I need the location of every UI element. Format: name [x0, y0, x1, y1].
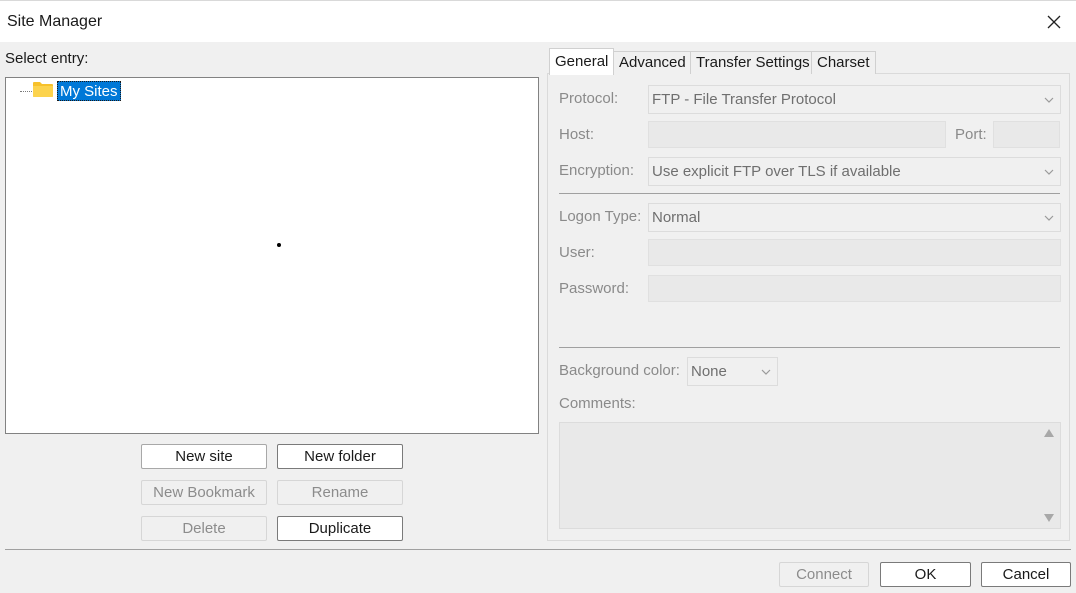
tab-advanced[interactable]: Advanced: [613, 51, 692, 74]
scroll-up-icon[interactable]: [1044, 429, 1054, 437]
background-color-value: None: [691, 363, 727, 380]
background-color-select[interactable]: None: [687, 357, 778, 386]
encryption-value: Use explicit FTP over TLS if available: [652, 163, 901, 180]
folder-icon: [33, 82, 53, 97]
chevron-down-icon: [1044, 215, 1054, 221]
site-tree[interactable]: My Sites: [5, 77, 539, 434]
port-input[interactable]: [993, 121, 1060, 148]
protocol-select[interactable]: FTP - File Transfer Protocol: [648, 85, 1061, 114]
tree-item-my-sites[interactable]: My Sites: [57, 81, 121, 101]
ok-button[interactable]: OK: [880, 562, 971, 587]
logon-type-label: Logon Type:: [559, 208, 642, 225]
footer-separator: [5, 549, 1071, 550]
tab-general[interactable]: General: [549, 48, 615, 75]
logon-type-select[interactable]: Normal: [648, 203, 1061, 232]
port-label: Port:: [955, 126, 987, 143]
cursor-dot: [277, 243, 281, 247]
connect-button[interactable]: Connect: [779, 562, 869, 587]
comments-textarea[interactable]: [559, 422, 1061, 529]
separator: [559, 347, 1060, 348]
window-title: Site Manager: [7, 13, 103, 30]
chevron-down-icon: [761, 369, 771, 375]
rename-button[interactable]: Rename: [277, 480, 403, 505]
duplicate-button[interactable]: Duplicate: [277, 516, 403, 541]
title-bar: Site Manager: [0, 0, 1076, 42]
protocol-value: FTP - File Transfer Protocol: [652, 91, 836, 108]
user-input[interactable]: [648, 239, 1061, 266]
tab-transfer-settings[interactable]: Transfer Settings: [690, 51, 816, 74]
password-label: Password:: [559, 280, 630, 297]
close-icon: [1047, 15, 1061, 29]
encryption-select[interactable]: Use explicit FTP over TLS if available: [648, 157, 1061, 186]
user-label: User:: [559, 244, 595, 261]
chevron-down-icon: [1044, 97, 1054, 103]
cancel-button[interactable]: Cancel: [981, 562, 1071, 587]
logon-type-value: Normal: [652, 209, 701, 226]
close-button[interactable]: [1032, 1, 1076, 43]
host-input[interactable]: [648, 121, 946, 148]
protocol-label: Protocol:: [559, 90, 619, 107]
scroll-down-icon[interactable]: [1044, 514, 1054, 522]
tab-charset[interactable]: Charset: [811, 51, 876, 74]
host-label: Host:: [559, 126, 595, 143]
new-site-button[interactable]: New site: [141, 444, 267, 469]
encryption-label: Encryption:: [559, 162, 635, 179]
separator: [559, 193, 1060, 194]
password-input[interactable]: [648, 275, 1061, 302]
new-folder-button[interactable]: New folder: [277, 444, 403, 469]
new-bookmark-button[interactable]: New Bookmark: [141, 480, 267, 505]
delete-button[interactable]: Delete: [141, 516, 267, 541]
select-entry-label: Select entry:: [5, 50, 89, 67]
background-color-label: Background color:: [559, 362, 680, 379]
comments-label: Comments:: [559, 395, 636, 412]
chevron-down-icon: [1044, 169, 1054, 175]
